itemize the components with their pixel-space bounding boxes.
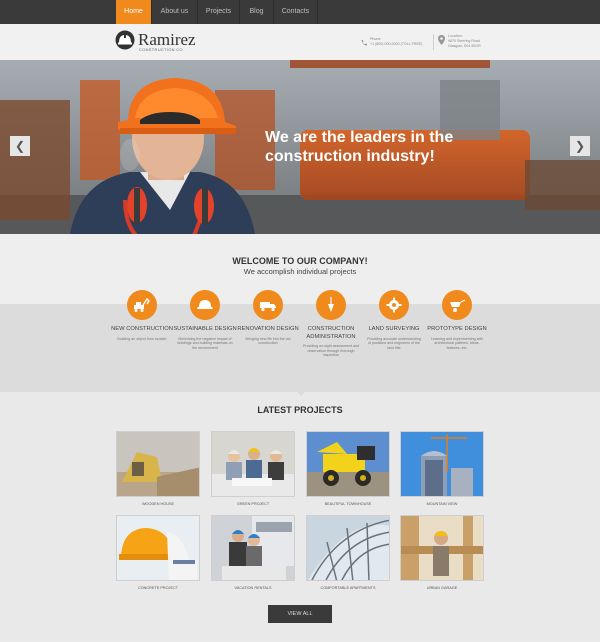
nav-item-contacts[interactable]: Contacts <box>274 0 318 24</box>
location-line-2: Glasgow, D04 89GR <box>448 44 481 48</box>
truck-icon <box>253 290 283 320</box>
logo-subtitle: CONSTRUCTION CO <box>139 47 183 52</box>
projects-title: LATEST PROJECTS <box>257 405 343 415</box>
project-caption: BEAUTIFUL TOWNHOUSE <box>324 502 372 506</box>
service-description: Bringing new life into the old construct… <box>245 336 291 346</box>
site-header: Ramirez CONSTRUCTION CO Phone: +1 (800) … <box>0 24 600 60</box>
project-caption: URBAN GARAGE <box>426 586 458 590</box>
service-construction-administration[interactable]: CONSTRUCTION ADMINISTRATION Providing on… <box>298 290 364 358</box>
service-name: CONSTRUCTION ADMINISTRATION <box>306 326 356 340</box>
location-pin-icon <box>438 35 445 45</box>
nav-item-home[interactable]: Home <box>116 0 152 24</box>
project-caption: CONCRETE PROJECT <box>137 586 179 590</box>
service-description: Providing accurate understanding of posi… <box>367 336 421 350</box>
excavator-icon <box>127 290 157 320</box>
latest-projects-section: LATEST PROJECTS WOODEN HOUSE GREEN PROJE… <box>0 391 600 642</box>
project-caption: WOODEN HOUSE <box>141 502 175 506</box>
project-thumb-urban-garage[interactable] <box>400 515 484 581</box>
wheelbarrow-icon <box>442 290 472 320</box>
project-thumb-mountain-view[interactable] <box>400 431 484 497</box>
project-caption: COMFORTABLE APARTMENTS <box>320 586 376 590</box>
service-description: Providing on-sight assessment and observ… <box>303 344 359 358</box>
service-land-surveying[interactable]: LAND SURVEYING Providing accurate unders… <box>361 290 427 350</box>
header-divider <box>433 34 434 50</box>
service-description: Building an object from scratch <box>117 336 167 341</box>
view-all-button[interactable]: VIEW ALL <box>268 605 332 623</box>
nav-item-about[interactable]: About us <box>152 0 198 24</box>
project-thumb-wooden-house[interactable] <box>116 431 200 497</box>
hero-slider: We are the leaders in the construction i… <box>0 60 600 234</box>
project-thumb-vacation-rentals[interactable] <box>211 515 295 581</box>
service-description: Learning and experimenting with architec… <box>431 336 483 350</box>
hero-headline: We are the leaders in the construction i… <box>265 129 454 165</box>
service-name: SUSTAINABLE DESIGN <box>173 326 237 332</box>
service-name: LAND SURVEYING <box>368 326 420 332</box>
service-sustainable-design[interactable]: SUSTAINABLE DESIGN Minimizing the negati… <box>172 290 238 350</box>
service-name: NEW CONSTRUCTION <box>111 326 173 332</box>
phone-icon <box>361 40 367 46</box>
slider-next-button[interactable]: ❯ <box>570 136 590 156</box>
service-description: Minimizing the negative impact of buildi… <box>177 336 233 350</box>
project-thumb-beautiful-townhouse[interactable] <box>306 431 390 497</box>
project-caption: GREEN PROJECT <box>236 502 270 506</box>
plumb-bob-icon <box>316 290 346 320</box>
phone-value: +1 (800) 000-0000 (TOLL FREE) <box>370 42 423 46</box>
service-name: PROTOTYPE DESIGN <box>427 326 487 332</box>
project-caption: VACATION RENTALS <box>234 586 272 590</box>
logo-hard-hat-icon[interactable] <box>115 30 135 50</box>
project-thumb-green-project[interactable] <box>211 431 295 497</box>
project-thumb-concrete-project[interactable] <box>116 515 200 581</box>
welcome-title: WELCOME TO OUR COMPANY! <box>232 256 368 266</box>
hard-hat-icon <box>190 290 220 320</box>
logo-name[interactable]: Ramirez <box>138 31 196 48</box>
service-name: RENOVATION DESIGN <box>237 326 299 332</box>
welcome-subtitle: We accomplish individual projects <box>243 267 357 276</box>
top-nav: Home About us Projects Blog Contacts <box>0 0 600 24</box>
nav-item-projects[interactable]: Projects <box>198 0 240 24</box>
slider-prev-button[interactable]: ❮ <box>10 136 30 156</box>
chevron-right-icon: ❯ <box>574 139 586 153</box>
chevron-left-icon: ❮ <box>14 139 26 153</box>
service-new-construction[interactable]: NEW CONSTRUCTION Building an object from… <box>109 290 175 341</box>
project-thumb-comfortable-apartments[interactable] <box>306 515 390 581</box>
project-caption: MOUNTAIN VIEW <box>426 502 458 506</box>
gear-icon <box>379 290 409 320</box>
welcome-section: WELCOME TO OUR COMPANY! We accomplish in… <box>0 234 600 392</box>
service-prototype-design[interactable]: PROTOTYPE DESIGN Learning and experiment… <box>424 290 490 350</box>
section-notch <box>296 391 306 396</box>
service-renovation-design[interactable]: RENOVATION DESIGN Bringing new life into… <box>235 290 301 346</box>
nav-item-blog[interactable]: Blog <box>240 0 274 24</box>
